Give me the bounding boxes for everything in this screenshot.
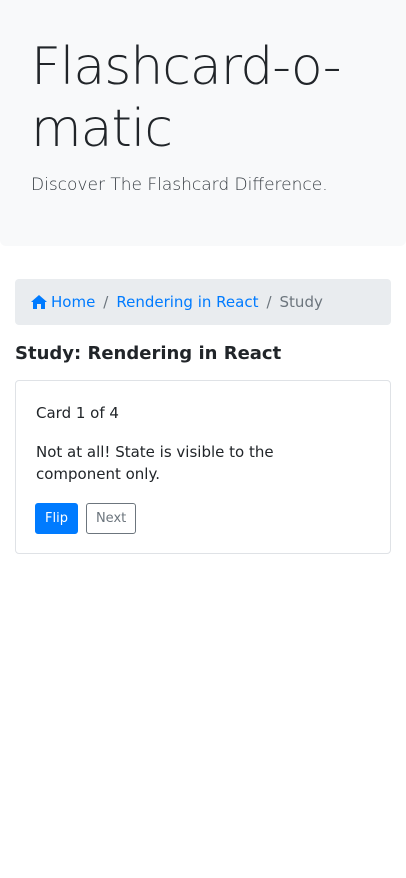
card-actions: Flip Next [35,503,137,534]
card-text: Not at all! State is visible to the comp… [36,443,274,483]
jumbotron-header: Flashcard-o-matic Discover The Flashcard… [0,0,406,246]
breadcrumb-deck-link[interactable]: Rendering in React [116,293,258,311]
next-button[interactable]: Next [85,503,137,534]
breadcrumb-separator: / [266,293,272,311]
page-title: Study: Rendering in React [15,343,282,364]
home-icon [31,295,47,309]
breadcrumb-item-deck: Rendering in React [116,293,258,311]
app-subtitle: Discover The Flashcard Difference. [31,175,328,195]
breadcrumb-separator: / [103,293,109,311]
app-title: Flashcard-o-matic [31,37,341,159]
breadcrumb: Home / Rendering in React / Study [15,279,391,325]
flashcard: Card 1 of 4 Not at all! State is visible… [15,380,391,554]
breadcrumb-item-home: Home [31,293,95,311]
flip-button[interactable]: Flip [35,503,78,534]
card-counter: Card 1 of 4 [36,404,119,422]
breadcrumb-home-link[interactable]: Home [31,293,95,311]
breadcrumb-home-label: Home [51,293,96,311]
breadcrumb-item-current: Study [279,293,323,311]
